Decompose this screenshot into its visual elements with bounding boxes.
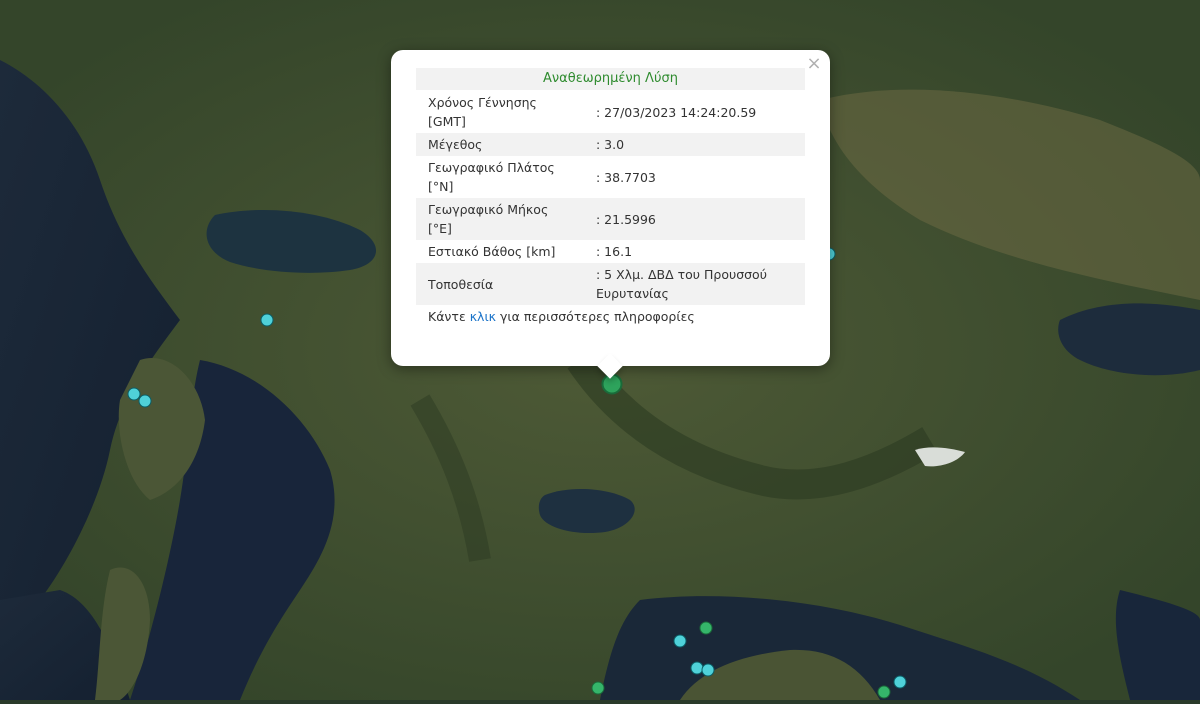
earthquake-marker[interactable] <box>673 634 687 648</box>
more-info-link[interactable]: κλικ <box>470 309 496 324</box>
earthquake-marker[interactable] <box>893 675 907 689</box>
earthquake-info-popup: × Αναθεωρημένη Λύση Χρόνος Γέννησης [GMT… <box>391 50 830 379</box>
longitude-label: Γεωγραφικό Μήκος [°E] <box>416 198 584 240</box>
table-row: Εστιακό Βάθος [km] : 16.1 <box>416 240 805 263</box>
close-icon[interactable]: × <box>806 55 822 73</box>
table-row: Γεωγραφικό Μήκος [°E] : 21.5996 <box>416 198 805 240</box>
table-row: Γεωγραφικό Πλάτος [°N] : 38.7703 <box>416 156 805 198</box>
latitude-label: Γεωγραφικό Πλάτος [°N] <box>428 160 555 194</box>
longitude-value: : 21.5996 <box>584 198 805 240</box>
earthquake-marker[interactable] <box>138 394 152 408</box>
latitude-value: : 38.7703 <box>596 169 656 185</box>
earthquake-marker[interactable] <box>260 313 274 327</box>
earthquake-marker[interactable] <box>591 681 605 695</box>
depth-label: Εστιακό Βάθος [km] <box>428 244 556 259</box>
footer-prefix: Κάντε <box>428 309 470 324</box>
earthquake-details-table: Χρόνος Γέννησης [GMT] : 27/03/2023 14:24… <box>416 91 805 305</box>
origin-time-label: Χρόνος Γέννησης [GMT] <box>428 95 537 129</box>
earthquake-marker[interactable] <box>701 663 715 677</box>
magnitude-value: : 3.0 <box>584 133 805 156</box>
location-label: Τοποθεσία <box>416 263 584 305</box>
table-row: Χρόνος Γέννησης [GMT] : 27/03/2023 14:24… <box>416 91 805 133</box>
table-row: Μέγεθος : 3.0 <box>416 133 805 156</box>
popup-footer: Κάντε κλικ για περισσότερες πληροφορίες <box>416 305 805 324</box>
earthquake-marker[interactable] <box>699 621 713 635</box>
table-row: Τοποθεσία : 5 Χλμ. ΔΒΔ του Προυσσού Ευρυ… <box>416 263 805 305</box>
depth-value: : 16.1 <box>596 244 633 259</box>
earthquake-marker[interactable] <box>877 685 891 699</box>
popup-title: Αναθεωρημένη Λύση <box>416 68 805 90</box>
magnitude-label: Μέγεθος <box>416 133 584 156</box>
origin-time-value: : 27/03/2023 14:24:20.59 <box>596 104 757 120</box>
footer-suffix: για περισσότερες πληροφορίες <box>496 309 695 324</box>
location-value: : 5 Χλμ. ΔΒΔ του Προυσσού Ευρυτανίας <box>584 263 805 305</box>
